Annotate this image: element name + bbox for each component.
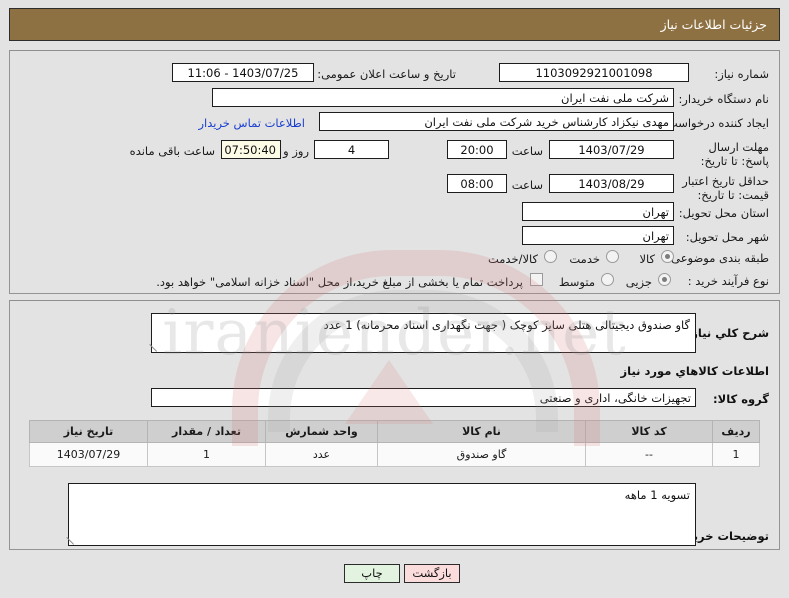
request-creator-value: مهدی نیکزاد کارشناس خرید شرکت ملی نفت ای…	[319, 112, 674, 131]
answer-deadline-date: 1403/07/29	[549, 140, 674, 159]
buyer-contact-link[interactable]: اطلاعات تماس خریدار	[198, 116, 305, 130]
buyer-notes-textarea[interactable]: تسویه 1 ماهه	[68, 483, 696, 546]
need-summary-label: شرح کلي نیاز:	[686, 326, 769, 340]
goods-table: ردیف کد کالا نام کالا واحد شمارش تعداد /…	[29, 420, 760, 467]
price-validity-hour: 08:00	[447, 174, 507, 193]
purchase-type-label: نوع فرآیند خرید :	[687, 274, 769, 288]
radio-subject-service[interactable]	[606, 250, 619, 263]
cell-goods-code: --	[585, 442, 713, 467]
need-info-panel: شماره نیاز: 1103092921001098 تاریخ و ساع…	[9, 50, 780, 294]
radio-purchase-minor[interactable]	[658, 273, 671, 286]
need-number-label: شماره نیاز:	[714, 67, 769, 81]
remaining-countdown: 07:50:40	[221, 140, 281, 159]
radio-subject-goods-label: کالا	[639, 252, 655, 266]
buyer-org-label: نام دستگاه خریدار:	[678, 92, 769, 106]
radio-purchase-minor-label: جزیی	[625, 275, 652, 289]
goods-section-title: اطلاعات كالاهاي مورد نیاز	[620, 364, 769, 378]
treasury-docs-label: پرداخت تمام یا بخشی از مبلغ خرید،از محل …	[156, 275, 523, 289]
answer-deadline-hour-label: ساعت	[511, 144, 543, 158]
col-row-index: ردیف	[712, 420, 760, 443]
price-validity-hour-label: ساعت	[511, 178, 543, 192]
answer-deadline-label: مهلت ارسال پاسخ: تا تاریخ:	[700, 140, 769, 168]
price-validity-date: 1403/08/29	[549, 174, 674, 193]
answer-deadline-hour: 20:00	[447, 140, 507, 159]
delivery-city-value: تهران	[522, 226, 674, 245]
col-quantity: تعداد / مقدار	[147, 420, 266, 443]
col-need-date: تاریخ نیاز	[29, 420, 148, 443]
page-root: iraniender.net جزئیات اطلاعات نیاز شماره…	[0, 0, 789, 598]
need-number-value: 1103092921001098	[499, 63, 689, 82]
remaining-countdown-unit: ساعت باقی مانده	[129, 144, 215, 158]
table-row: 1 -- گاو صندوق عدد 1 1403/07/29	[29, 442, 760, 467]
remaining-days: 4	[314, 140, 389, 159]
page-title-bar: جزئیات اطلاعات نیاز	[9, 8, 780, 41]
buyer-org-value: شرکت ملی نفت ایران	[212, 88, 674, 107]
radio-purchase-medium-label: متوسط	[558, 275, 595, 289]
print-button[interactable]: چاپ	[344, 564, 400, 583]
request-creator-label: ایجاد کننده درخواست:	[663, 116, 769, 130]
radio-subject-service-label: خدمت	[569, 252, 600, 266]
goods-group-label: گروه کالا:	[713, 392, 769, 406]
subject-class-label: طبقه بندی موضوعی:	[667, 251, 769, 265]
delivery-province-label: استان محل تحویل:	[678, 206, 769, 220]
need-summary-textarea[interactable]: گاو صندوق دیجیتالی هتلی سایز کوچک ( جهت …	[151, 313, 696, 353]
cell-quantity: 1	[147, 442, 266, 467]
table-header-row: ردیف کد کالا نام کالا واحد شمارش تعداد /…	[29, 420, 760, 443]
page-title: جزئیات اطلاعات نیاز	[660, 17, 767, 32]
remaining-days-unit: روز و	[283, 144, 309, 158]
col-goods-code: کد کالا	[585, 420, 713, 443]
back-button[interactable]: بازگشت	[404, 564, 460, 583]
cell-need-date: 1403/07/29	[29, 442, 148, 467]
cell-unit: عدد	[265, 442, 378, 467]
price-validity-label: حداقل تاریخ اعتبار قیمت: تا تاریخ:	[682, 174, 769, 202]
delivery-city-label: شهر محل تحویل:	[685, 230, 769, 244]
radio-subject-goods-service-label: کالا/خدمت	[487, 252, 538, 266]
public-announce-value: 1403/07/25 - 11:06	[172, 63, 314, 82]
radio-subject-goods[interactable]	[661, 250, 674, 263]
treasury-docs-checkbox[interactable]	[530, 273, 543, 286]
col-unit: واحد شمارش	[265, 420, 378, 443]
public-announce-label: تاریخ و ساعت اعلان عمومی:	[317, 67, 456, 81]
delivery-province-value: تهران	[522, 202, 674, 221]
col-goods-name: نام کالا	[377, 420, 586, 443]
cell-row-index: 1	[712, 442, 760, 467]
radio-purchase-medium[interactable]	[601, 273, 614, 286]
goods-info-panel: شرح کلي نیاز: گاو صندوق دیجیتالی هتلی سا…	[9, 300, 780, 550]
goods-group-value: تجهیزات خانگی، اداری و صنعتی	[151, 388, 696, 407]
cell-goods-name: گاو صندوق	[377, 442, 586, 467]
radio-subject-goods-service[interactable]	[544, 250, 557, 263]
